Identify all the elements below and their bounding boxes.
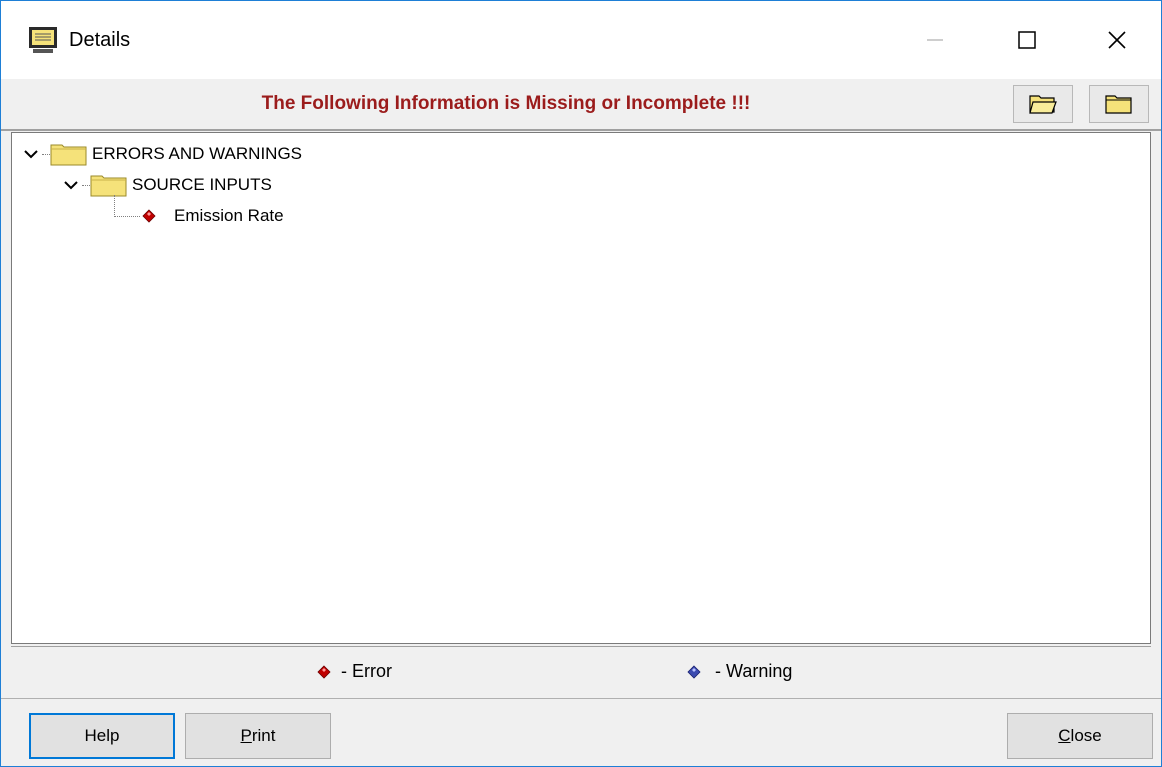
- error-diamond-icon: [317, 664, 331, 679]
- tree-node-source-inputs[interactable]: SOURCE INPUTS: [60, 170, 272, 200]
- close-icon: [1108, 31, 1126, 49]
- details-window: Details The Following Information is Mis…: [0, 0, 1162, 767]
- minimize-icon: [927, 39, 943, 41]
- tree-connector: [42, 153, 50, 155]
- tree-label-child: SOURCE INPUTS: [132, 175, 272, 194]
- button-bar: Help Print Close: [1, 698, 1161, 766]
- header-strip: The Following Information is Missing or …: [1, 79, 1161, 131]
- window-title: Details: [69, 29, 131, 51]
- legend-bar: - Error - Warning: [11, 646, 1151, 698]
- expand-all-button[interactable]: [1013, 85, 1073, 123]
- help-button[interactable]: Help: [29, 713, 175, 759]
- folder-open-icon: [1029, 95, 1057, 114]
- error-diamond-icon: [142, 209, 156, 223]
- maximize-icon: [1018, 31, 1036, 49]
- maximize-button[interactable]: [981, 1, 1073, 79]
- monitor-icon: [29, 27, 57, 53]
- collapse-all-button[interactable]: [1089, 85, 1149, 123]
- tree-connector: [114, 215, 140, 217]
- chevron-down-icon[interactable]: [20, 139, 42, 169]
- close-button[interactable]: Close: [1007, 713, 1153, 759]
- legend-warning-label: - Warning: [715, 661, 793, 681]
- close-window-button[interactable]: [1071, 1, 1162, 79]
- tree-label-leaf: Emission Rate: [174, 206, 284, 225]
- tree-node-errors-and-warnings[interactable]: ERRORS AND WARNINGS: [20, 139, 302, 169]
- errors-tree-view[interactable]: ERRORS AND WARNINGS SOURCE INPUTS Emissi…: [11, 132, 1151, 644]
- warning-diamond-icon: [687, 664, 701, 679]
- tree-connector: [82, 184, 90, 186]
- tree-label-root: ERRORS AND WARNINGS: [92, 144, 303, 163]
- title-bar[interactable]: Details: [1, 1, 1161, 79]
- missing-info-message: The Following Information is Missing or …: [261, 93, 751, 114]
- legend-error-label: - Error: [341, 661, 392, 681]
- chevron-down-icon[interactable]: [60, 170, 82, 200]
- folder-icon: [90, 175, 127, 197]
- print-button[interactable]: Print: [185, 713, 331, 759]
- legend-warning: - Warning: [687, 661, 792, 682]
- folder-icon: [50, 144, 87, 166]
- tree-node-emission-rate[interactable]: Emission Rate: [114, 201, 284, 231]
- legend-error: - Error: [317, 661, 392, 682]
- folder-closed-icon: [1105, 95, 1132, 114]
- minimize-button[interactable]: [889, 1, 981, 79]
